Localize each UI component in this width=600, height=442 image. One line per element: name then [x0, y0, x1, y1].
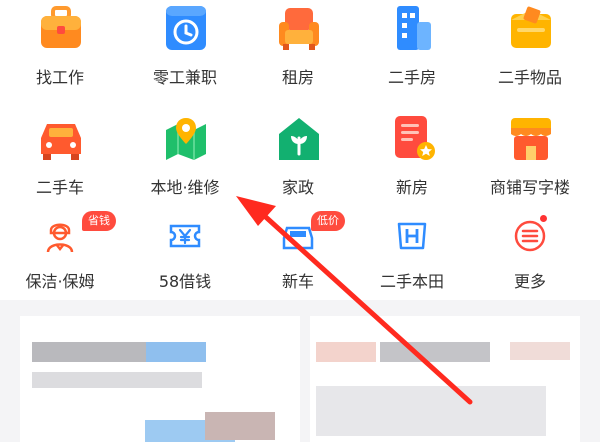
blurred-text [32, 372, 202, 388]
sofa-icon [279, 8, 319, 50]
clock-icon [166, 6, 206, 50]
category-label: 二手房 [387, 68, 436, 87]
category-new-house[interactable]: 新房 [352, 110, 472, 210]
category-label: 二手物品 [497, 68, 562, 87]
more-menu-icon [514, 220, 546, 252]
map-pin-icon [166, 118, 206, 160]
category-used-car[interactable]: 二手车 [0, 110, 120, 210]
feed-area [0, 300, 600, 442]
service-new-car[interactable]: 低价 新车 [238, 208, 358, 300]
blurred-text [380, 342, 490, 362]
house-plant-icon [279, 118, 319, 160]
category-label: 商铺写字楼 [489, 178, 570, 197]
category-shop-office[interactable]: 商铺写字楼 [470, 110, 590, 210]
service-label: 保洁·保姆 [25, 272, 95, 291]
service-label: 二手本田 [379, 272, 444, 291]
yuan-ticket-icon [169, 224, 201, 248]
category-label: 家政 [281, 178, 314, 197]
building-icon [397, 6, 431, 50]
feed-card-right[interactable] [310, 316, 580, 442]
category-label: 零工兼职 [152, 68, 217, 87]
service-label: 58借钱 [158, 272, 212, 291]
category-local-repair[interactable]: 本地·维修 [125, 110, 245, 210]
category-label: 找工作 [35, 68, 84, 87]
blurred-text [510, 342, 570, 360]
blurred-text [316, 342, 376, 362]
category-second-hand-house[interactable]: 二手房 [352, 0, 472, 100]
shop-icon [511, 118, 551, 160]
category-label: 二手车 [35, 178, 84, 197]
car-icon [41, 124, 81, 160]
low-price-badge: 低价 [311, 211, 345, 231]
category-second-hand-goods[interactable]: 二手物品 [470, 0, 590, 100]
service-cleaning-nanny[interactable]: 省钱 保洁·保姆 [0, 208, 120, 300]
blurred-thumbnail [205, 412, 275, 440]
housekeeper-icon [46, 223, 74, 253]
blurred-text [146, 342, 206, 362]
honda-icon [397, 222, 427, 250]
service-58-loan[interactable]: 58借钱 [125, 208, 245, 300]
blurred-text [32, 342, 152, 362]
service-label: 更多 [513, 272, 546, 291]
document-star-icon [395, 116, 435, 160]
discount-badge: 省钱 [82, 211, 116, 231]
service-used-honda[interactable]: 二手本田 [352, 208, 472, 300]
notification-dot [540, 215, 547, 222]
category-row-2: 二手车 本地·维修 家政 新房 商铺写字楼 [0, 110, 600, 210]
category-label: 本地·维修 [150, 178, 220, 197]
category-row-1: 找工作 零工兼职 租房 二手房 二手物品 [0, 0, 600, 100]
category-label: 新房 [395, 178, 428, 197]
blurred-text [316, 386, 546, 436]
category-housekeeping[interactable]: 家政 [238, 110, 358, 210]
briefcase-icon [41, 6, 81, 48]
category-find-job[interactable]: 找工作 [0, 0, 120, 100]
category-part-time[interactable]: 零工兼职 [125, 0, 245, 100]
service-row: 省钱 保洁·保姆 58借钱 低价 新车 二手本田 更多 [0, 208, 600, 300]
service-more[interactable]: 更多 [470, 208, 590, 300]
category-label: 租房 [281, 68, 314, 87]
service-label: 新车 [281, 272, 314, 291]
category-rent[interactable]: 租房 [238, 0, 358, 100]
feed-card-left[interactable] [20, 316, 300, 442]
box-icon [511, 6, 551, 48]
